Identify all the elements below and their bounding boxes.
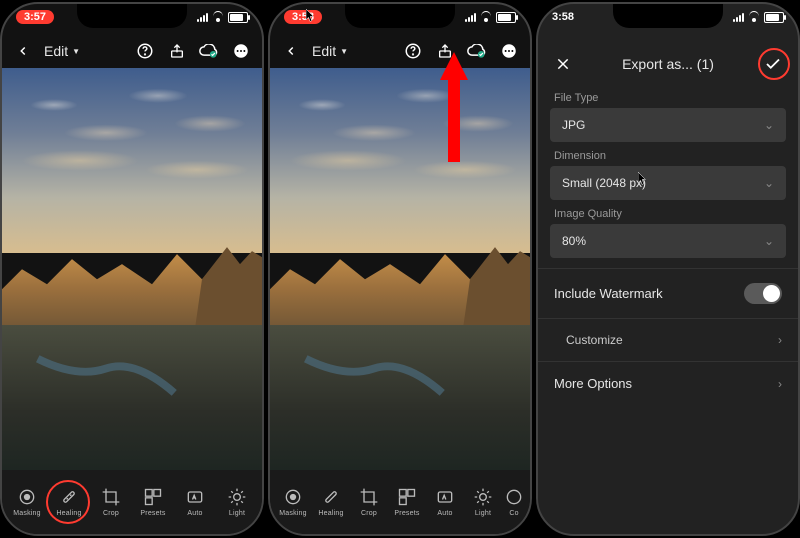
tool-auto[interactable]: Auto (174, 487, 216, 517)
cloud-sync-button[interactable] (198, 40, 220, 62)
tool-auto[interactable]: Auto (426, 487, 464, 517)
wifi-icon (480, 13, 492, 22)
photo-canvas[interactable] (270, 68, 530, 470)
phone-screen-2: 3:58 Edit ▼ (268, 2, 532, 536)
export-options-panel: File Type JPG ⌄ Dimension Small (2048 px… (538, 84, 798, 534)
color-icon (504, 487, 524, 507)
bottom-toolbar: Masking Healing Crop Presets Auto Light … (270, 470, 530, 534)
help-button[interactable] (402, 40, 424, 62)
battery-icon (764, 12, 784, 23)
image-quality-label: Image Quality (538, 200, 798, 224)
tool-light[interactable]: Light (216, 487, 258, 517)
status-time: 3:58 (284, 10, 322, 24)
watermark-toggle[interactable] (744, 283, 782, 304)
status-bar: 3:57 (2, 8, 262, 26)
masking-icon (17, 487, 37, 507)
file-type-select[interactable]: JPG ⌄ (550, 108, 786, 142)
more-button[interactable] (498, 40, 520, 62)
photo-canvas[interactable] (2, 68, 262, 470)
dropdown-icon: ▼ (340, 47, 348, 56)
status-bar: 3:58 (270, 8, 530, 26)
light-icon (473, 487, 493, 507)
status-icons (465, 12, 516, 23)
edit-label: Edit (312, 43, 336, 59)
customize-label: Customize (566, 333, 623, 347)
image-quality-value: 80% (562, 234, 586, 248)
share-button[interactable] (434, 40, 456, 62)
crop-icon (359, 487, 379, 507)
export-title: Export as... (1) (574, 56, 762, 72)
battery-icon (228, 12, 248, 23)
tool-healing[interactable]: Healing (48, 487, 90, 517)
more-button[interactable] (230, 40, 252, 62)
dimension-select[interactable]: Small (2048 px) ⌄ (550, 166, 786, 200)
more-options-row[interactable]: More Options › (538, 361, 798, 405)
dimension-label: Dimension (538, 142, 798, 166)
export-header: Export as... (1) (538, 44, 798, 84)
edit-menu-button[interactable]: Edit ▼ (44, 43, 80, 59)
chevron-down-icon: ⌄ (764, 234, 774, 248)
tool-masking[interactable]: Masking (274, 487, 312, 517)
status-icons (197, 12, 248, 23)
tool-crop[interactable]: Crop (350, 487, 388, 517)
back-button[interactable] (12, 40, 34, 62)
more-options-label: More Options (554, 376, 632, 391)
cloud-sync-button[interactable] (466, 40, 488, 62)
help-button[interactable] (134, 40, 156, 62)
file-type-label: File Type (538, 84, 798, 108)
confirm-button[interactable] (762, 53, 784, 75)
bottom-toolbar: Masking Healing Crop Presets Auto Light (2, 470, 262, 534)
cellular-icon (197, 13, 208, 22)
tool-presets[interactable]: Presets (132, 487, 174, 517)
masking-icon (283, 487, 303, 507)
battery-icon (496, 12, 516, 23)
crop-icon (101, 487, 121, 507)
close-button[interactable] (552, 53, 574, 75)
dropdown-icon: ▼ (72, 47, 80, 56)
include-watermark-row: Include Watermark (538, 268, 798, 318)
wifi-icon (748, 13, 760, 22)
status-icons (733, 12, 784, 23)
auto-icon (185, 487, 205, 507)
chevron-down-icon: ⌄ (764, 118, 774, 132)
healing-icon (59, 487, 79, 507)
cellular-icon (465, 13, 476, 22)
light-icon (227, 487, 247, 507)
chevron-right-icon: › (778, 333, 782, 347)
status-time: 3:58 (552, 11, 574, 23)
phone-screen-3: 3:58 Export as... (1) File Type JPG ⌄ Di… (536, 2, 800, 536)
tool-crop[interactable]: Crop (90, 487, 132, 517)
file-type-value: JPG (562, 118, 585, 132)
tool-healing[interactable]: Healing (312, 487, 350, 517)
tool-masking[interactable]: Masking (6, 487, 48, 517)
status-time: 3:57 (16, 10, 54, 24)
editor-top-bar: Edit ▼ (2, 34, 262, 68)
editor-top-bar: Edit ▼ (270, 34, 530, 68)
edit-menu-button[interactable]: Edit ▼ (312, 43, 348, 59)
back-button[interactable] (280, 40, 302, 62)
presets-icon (143, 487, 163, 507)
status-bar: 3:58 (538, 8, 798, 26)
auto-icon (435, 487, 455, 507)
presets-icon (397, 487, 417, 507)
chevron-down-icon: ⌄ (764, 176, 774, 190)
watermark-label: Include Watermark (554, 286, 663, 301)
healing-icon (321, 487, 341, 507)
dimension-value: Small (2048 px) (562, 176, 646, 190)
phone-screen-1: 3:57 Edit ▼ (0, 2, 264, 536)
tool-light[interactable]: Light (464, 487, 502, 517)
share-button[interactable] (166, 40, 188, 62)
customize-watermark-row[interactable]: Customize › (538, 318, 798, 361)
tool-presets[interactable]: Presets (388, 487, 426, 517)
edit-label: Edit (44, 43, 68, 59)
wifi-icon (212, 13, 224, 22)
tool-color-partial[interactable]: Co (502, 487, 526, 517)
image-quality-select[interactable]: 80% ⌄ (550, 224, 786, 258)
chevron-right-icon: › (778, 377, 782, 391)
cellular-icon (733, 13, 744, 22)
